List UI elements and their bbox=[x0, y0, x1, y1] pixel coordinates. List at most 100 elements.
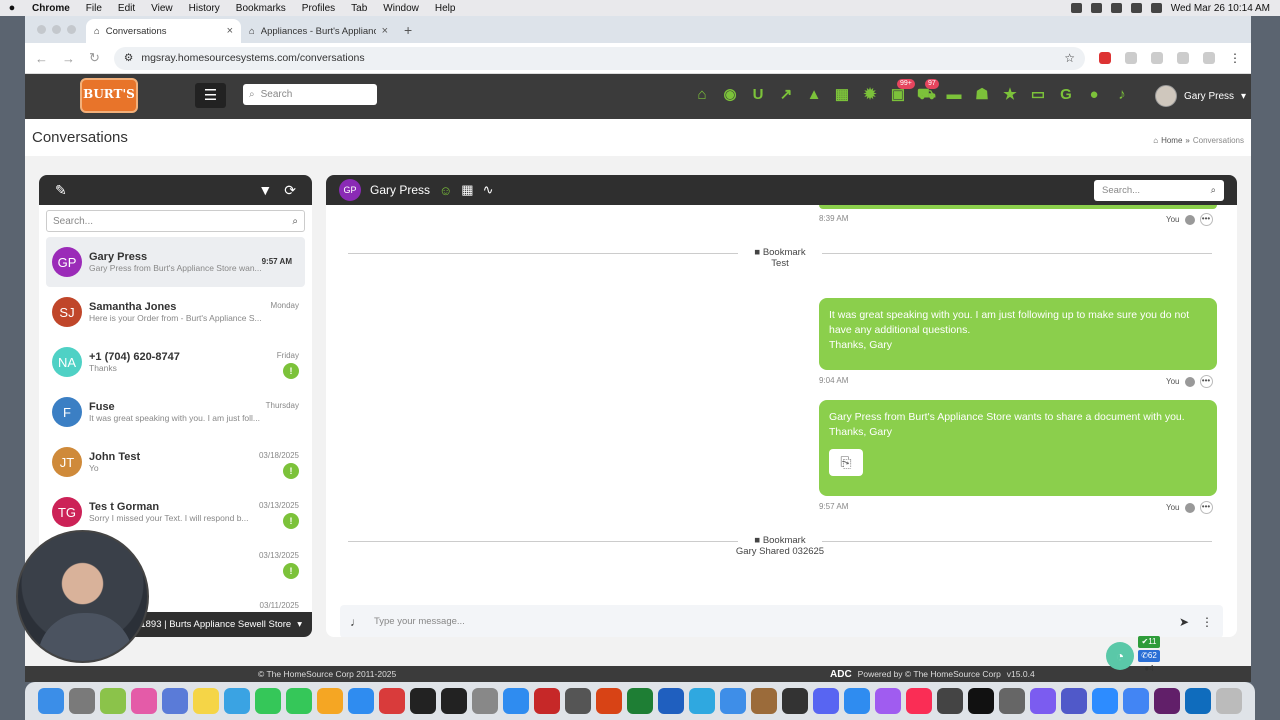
more-menu-icon[interactable]: ⋮ bbox=[1229, 51, 1241, 65]
dock-app-icon[interactable] bbox=[658, 688, 684, 714]
header-search-input[interactable]: ⌕ Search bbox=[243, 84, 377, 105]
users-icon[interactable]: ☗ bbox=[973, 86, 991, 104]
timer-icon[interactable]: ◔ bbox=[1106, 642, 1134, 670]
extensions-puzzle-icon[interactable] bbox=[1177, 52, 1189, 64]
more-options-icon[interactable]: ⋮ bbox=[1201, 615, 1213, 629]
compose-icon[interactable]: ✎ bbox=[55, 182, 67, 199]
dock-app-icon[interactable] bbox=[596, 688, 622, 714]
dock-app-icon[interactable] bbox=[844, 688, 870, 714]
dock-app-icon[interactable] bbox=[317, 688, 343, 714]
reload-icon[interactable]: ↻ bbox=[89, 50, 100, 66]
dock-app-icon[interactable] bbox=[968, 688, 994, 714]
message-options-icon[interactable]: ••• bbox=[1199, 501, 1213, 514]
extension-icon[interactable] bbox=[1125, 52, 1137, 64]
dock-app-icon[interactable] bbox=[813, 688, 839, 714]
dock-app-icon[interactable] bbox=[875, 688, 901, 714]
conversation-item[interactable]: NA +1 (704) 620-8747 Thanks Friday! bbox=[39, 337, 312, 387]
url-field[interactable]: ⚙ mgsray.homesourcesystems.com/conversat… bbox=[113, 46, 1085, 70]
dock-app-icon[interactable] bbox=[193, 688, 219, 714]
google-icon[interactable]: G bbox=[1057, 86, 1075, 104]
hamburger-menu-button[interactable]: ☰ bbox=[195, 83, 226, 108]
new-tab-button[interactable]: + bbox=[396, 22, 420, 43]
menu-app[interactable]: Chrome bbox=[24, 3, 78, 14]
conversation-item[interactable]: F Fuse It was great speaking with you. I a… bbox=[39, 387, 312, 437]
conversation-item[interactable]: SJ Samantha Jones Here is your Order from … bbox=[39, 287, 312, 337]
burts-logo[interactable]: BURT'S bbox=[80, 78, 138, 113]
filter-icon[interactable]: ▼ bbox=[258, 182, 272, 199]
map-pin-icon[interactable]: ◉ bbox=[721, 86, 739, 104]
zoom-window-button[interactable] bbox=[67, 25, 76, 34]
dock-app-icon[interactable] bbox=[69, 688, 95, 714]
home-icon[interactable]: ⌂ bbox=[693, 86, 711, 104]
dock-app-icon[interactable] bbox=[534, 688, 560, 714]
dock-app-icon[interactable] bbox=[131, 688, 157, 714]
dock-app-icon[interactable] bbox=[1123, 688, 1149, 714]
dock-app-icon[interactable] bbox=[565, 688, 591, 714]
dock-app-icon[interactable] bbox=[38, 688, 64, 714]
apple-icon[interactable]: ● bbox=[0, 2, 24, 14]
profile-icon[interactable] bbox=[1203, 52, 1215, 64]
chart-icon[interactable]: ↗ bbox=[777, 86, 795, 104]
cart-icon[interactable]: ⛟ 97 bbox=[917, 79, 939, 104]
dock-app-icon[interactable] bbox=[1061, 688, 1087, 714]
dock-app-icon[interactable] bbox=[937, 688, 963, 714]
menu-edit[interactable]: Edit bbox=[110, 3, 143, 14]
bookmark-star-icon[interactable]: ☆ bbox=[1064, 51, 1075, 65]
menu-profiles[interactable]: Profiles bbox=[294, 3, 343, 14]
menubar-clock[interactable]: Wed Mar 26 10:14 AM bbox=[1171, 3, 1270, 14]
contact-user-icon[interactable]: ☺ bbox=[439, 183, 452, 198]
dock-app-icon[interactable] bbox=[689, 688, 715, 714]
dock-app-icon[interactable] bbox=[162, 688, 188, 714]
extension-icon[interactable] bbox=[1099, 52, 1111, 64]
dock-app-icon[interactable] bbox=[1092, 688, 1118, 714]
folder-icon[interactable]: ▭ bbox=[1029, 86, 1047, 104]
badge-chat[interactable]: ●4 bbox=[1138, 663, 1160, 675]
wifi-icon[interactable] bbox=[1130, 3, 1142, 13]
gear-icon[interactable]: ✹ bbox=[861, 86, 879, 104]
dock-app-icon[interactable] bbox=[751, 688, 777, 714]
dock-app-icon[interactable] bbox=[224, 688, 250, 714]
tab-conversations[interactable]: ⌂ Conversations × bbox=[86, 19, 241, 43]
star-icon[interactable]: ★ bbox=[1001, 86, 1019, 104]
conversation-search-input[interactable]: Search... ⌕ bbox=[46, 210, 305, 232]
dock-app-icon[interactable] bbox=[627, 688, 653, 714]
send-icon[interactable]: ➤ bbox=[1179, 615, 1189, 629]
dock-app-icon[interactable] bbox=[441, 688, 467, 714]
breadcrumb-home[interactable]: Home bbox=[1161, 136, 1182, 145]
close-tab-icon[interactable]: × bbox=[227, 25, 233, 37]
dock-app-icon[interactable] bbox=[1185, 688, 1211, 714]
dock-app-icon[interactable] bbox=[100, 688, 126, 714]
dock-app-icon[interactable] bbox=[348, 688, 374, 714]
user-menu[interactable]: Gary Press ▾ bbox=[1155, 85, 1246, 107]
calculator-icon[interactable]: ▦ bbox=[833, 86, 851, 104]
graduation-cap-icon[interactable]: ▲ bbox=[805, 86, 823, 104]
conversation-item[interactable]: JT John Test Yo 03/18/2025! bbox=[39, 437, 312, 487]
close-tab-icon[interactable]: × bbox=[382, 25, 388, 37]
dock-app-icon[interactable] bbox=[379, 688, 405, 714]
dock-app-icon[interactable] bbox=[472, 688, 498, 714]
menu-tab[interactable]: Tab bbox=[343, 3, 375, 14]
tab-appliances[interactable]: ⌂ Appliances - Burt's Appliance × bbox=[241, 19, 396, 43]
menu-bookmarks[interactable]: Bookmarks bbox=[228, 3, 294, 14]
magnet-icon[interactable]: U bbox=[749, 86, 767, 104]
dock-app-icon[interactable] bbox=[906, 688, 932, 714]
dock-app-icon[interactable] bbox=[1154, 688, 1180, 714]
conversation-item[interactable]: GP Gary Press Gary Press from Burt's Appli… bbox=[46, 237, 305, 287]
menu-window[interactable]: Window bbox=[375, 3, 427, 14]
message-input[interactable]: Type your message... bbox=[374, 616, 1167, 627]
site-info-icon[interactable]: ⚙ bbox=[124, 52, 133, 64]
back-icon[interactable]: ← bbox=[35, 51, 48, 66]
dock-app-icon[interactable] bbox=[999, 688, 1025, 714]
chat-icon[interactable]: ● bbox=[1085, 86, 1103, 104]
extension-icon[interactable] bbox=[1151, 52, 1163, 64]
chat-search-input[interactable]: Search... ⌕ bbox=[1094, 179, 1224, 201]
dock-app-icon[interactable] bbox=[255, 688, 281, 714]
pdf-attachment-icon[interactable]: ⎘ bbox=[829, 449, 863, 476]
status-icon[interactable] bbox=[1070, 3, 1082, 13]
badge-green[interactable]: ✔11 bbox=[1138, 636, 1160, 648]
menu-file[interactable]: File bbox=[78, 3, 110, 14]
dock-app-icon[interactable] bbox=[1216, 688, 1242, 714]
dock-app-icon[interactable] bbox=[410, 688, 436, 714]
briefcase-icon[interactable]: ▬ bbox=[945, 86, 963, 104]
menu-history[interactable]: History bbox=[181, 3, 228, 14]
